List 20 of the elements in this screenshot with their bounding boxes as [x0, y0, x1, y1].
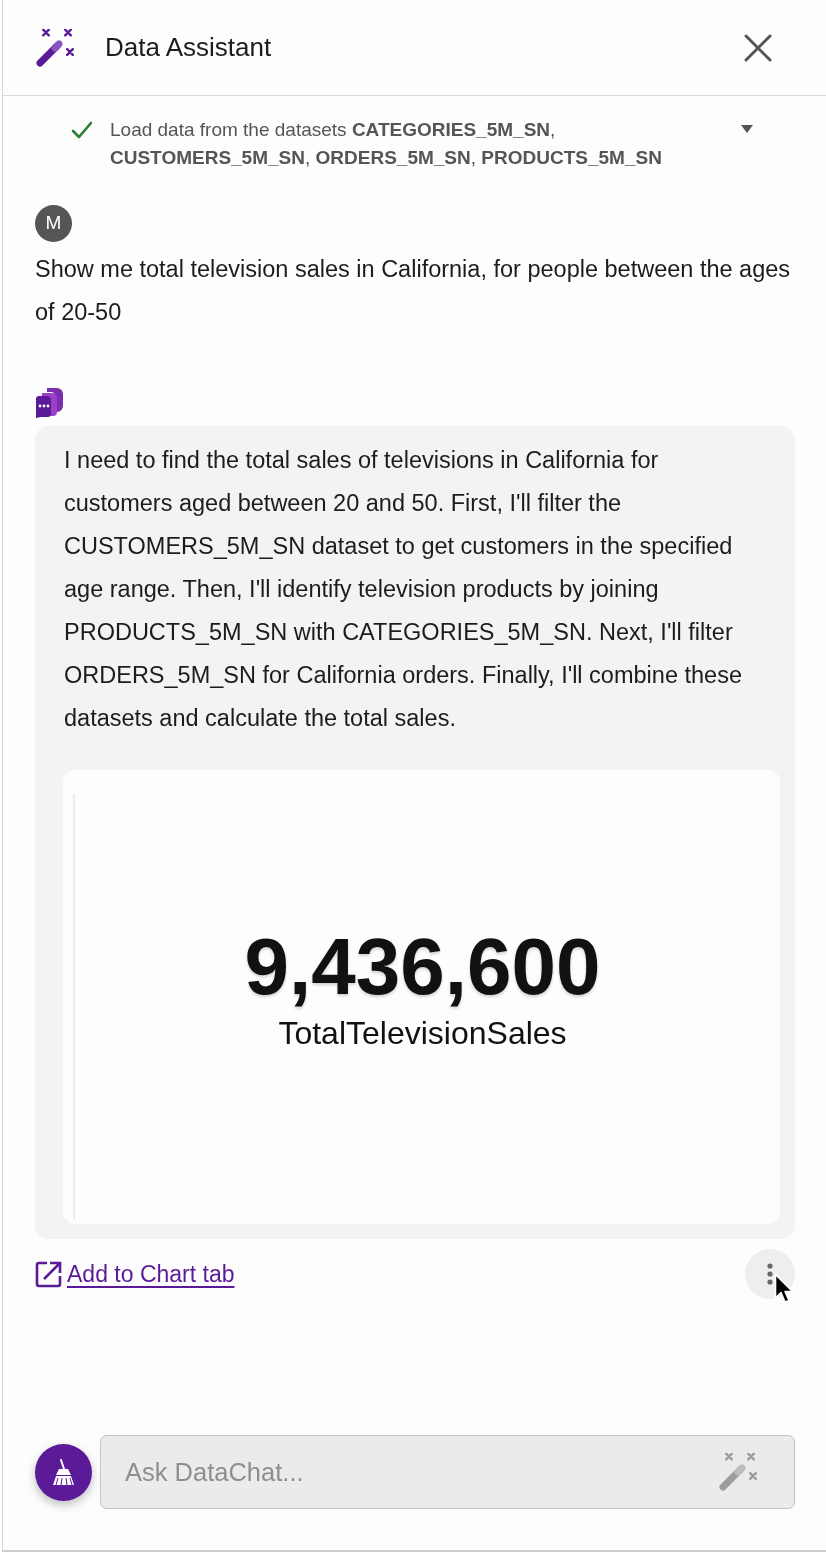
external-link-icon	[35, 1260, 63, 1288]
close-button[interactable]	[744, 33, 772, 62]
chat-input[interactable]: Ask DataChat...	[100, 1435, 795, 1509]
mouse-pointer-icon	[774, 1273, 794, 1304]
magic-wand-icon	[719, 1453, 757, 1491]
assistant-message: I need to find the total sales of televisions in California for customers aged between 20 and 50. First, I'll filter the CUSTOMERS_5M_SN dataset to get customers in the specified age range. Then, I'll identify television products by joining PRODUCTS_5M_SN with CATEGORIES_5M_SN. Next, I'll filter ORDERS_5M_SN for California orders. Finally, I'll combine these datasets and calculate the total sales.	[64, 446, 743, 733]
panel-title: Data Assistant	[105, 31, 273, 64]
kebab-icon	[767, 1263, 773, 1285]
add-to-chart-link[interactable]: Add to Chart tab	[35, 1256, 235, 1292]
clear-chat-button[interactable]	[35, 1443, 92, 1501]
kpi-value: 9,436,600	[244, 926, 601, 1007]
user-message: Show me total television sales in California, for people between the ages of 20-50	[35, 255, 792, 327]
broom-icon	[52, 1459, 75, 1485]
magic-wand-icon	[36, 28, 74, 67]
kpi-label: TotalTelevisionSales	[278, 1013, 567, 1053]
step-text: Load data from the datasets CATEGORIES_5M_SN, CUSTOMERS_5M_SN, ORDERS_5M_SN, PRODUCTS_5M_SN	[110, 118, 663, 170]
bot-logo-icon	[35, 386, 65, 418]
close-icon	[744, 33, 772, 62]
user-avatar: M	[35, 205, 72, 242]
caret-icon[interactable]	[741, 125, 753, 133]
